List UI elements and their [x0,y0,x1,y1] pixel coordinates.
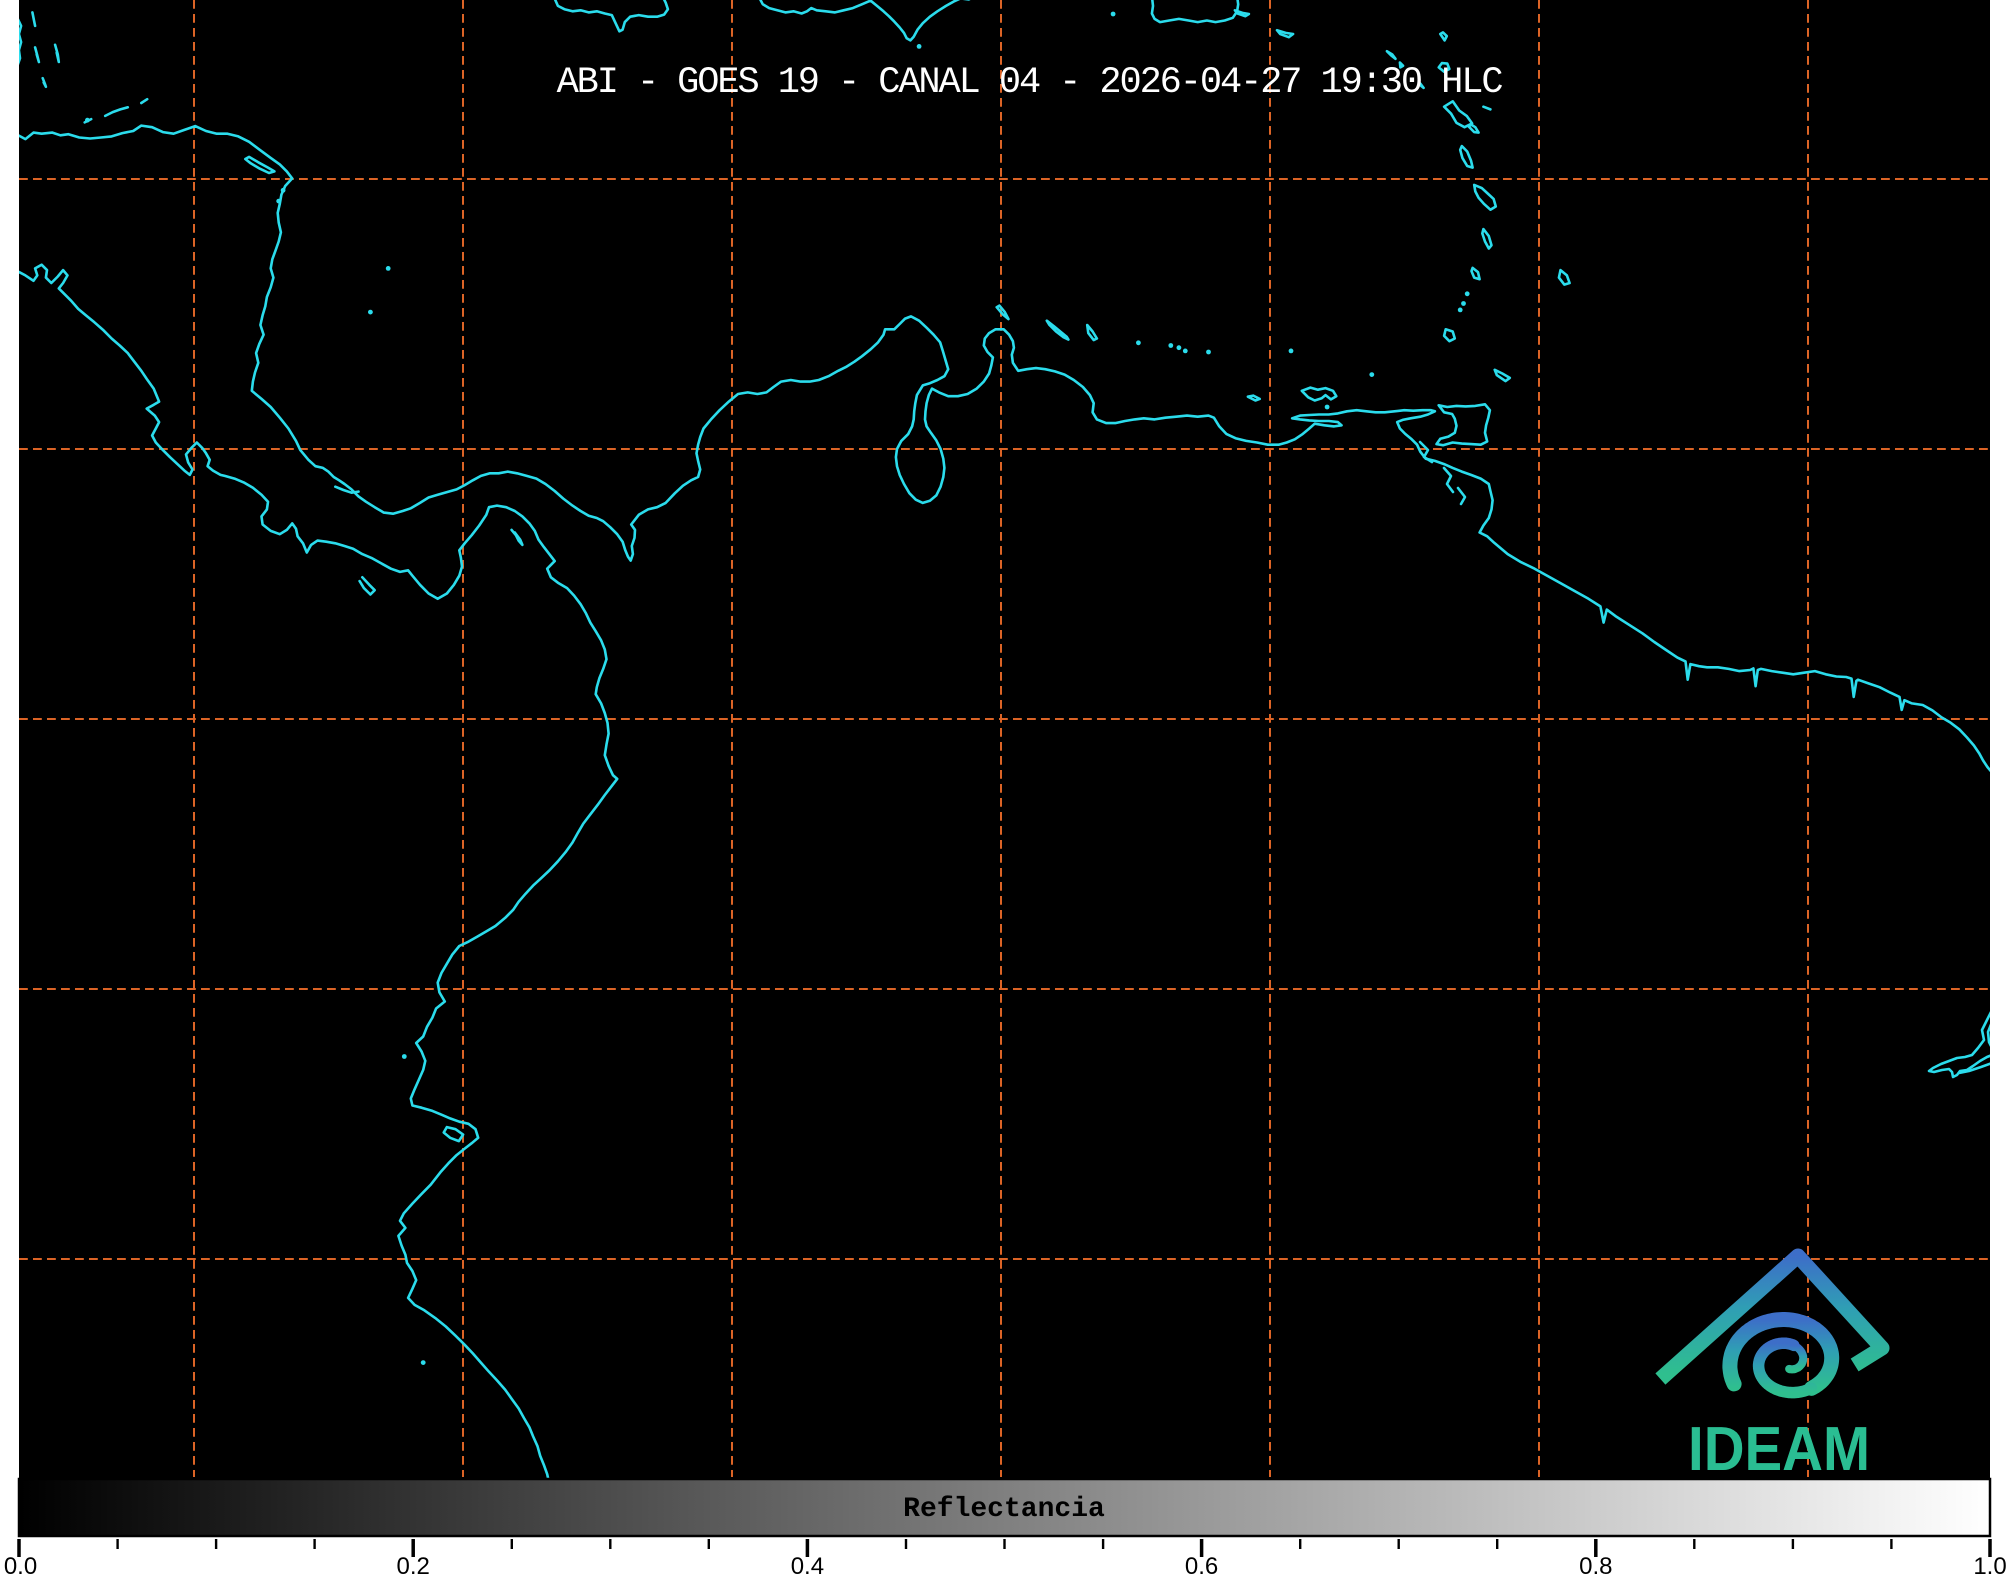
svg-text:ABI - GOES 19 - CANAL 04 - 202: ABI - GOES 19 - CANAL 04 - 2026-04-27 19… [557,62,1503,104]
svg-text:0.6: 0.6 [1185,1553,1218,1577]
svg-text:0.2: 0.2 [397,1553,430,1577]
svg-text:0.8: 0.8 [1579,1553,1612,1577]
svg-text:IDEAM: IDEAM [1688,1415,1870,1484]
svg-text:1.0: 1.0 [1973,1553,2006,1577]
svg-text:Reflectancia: Reflectancia [903,1494,1105,1525]
svg-text:0.4: 0.4 [791,1553,824,1577]
svg-text:0.0: 0.0 [4,1553,37,1577]
